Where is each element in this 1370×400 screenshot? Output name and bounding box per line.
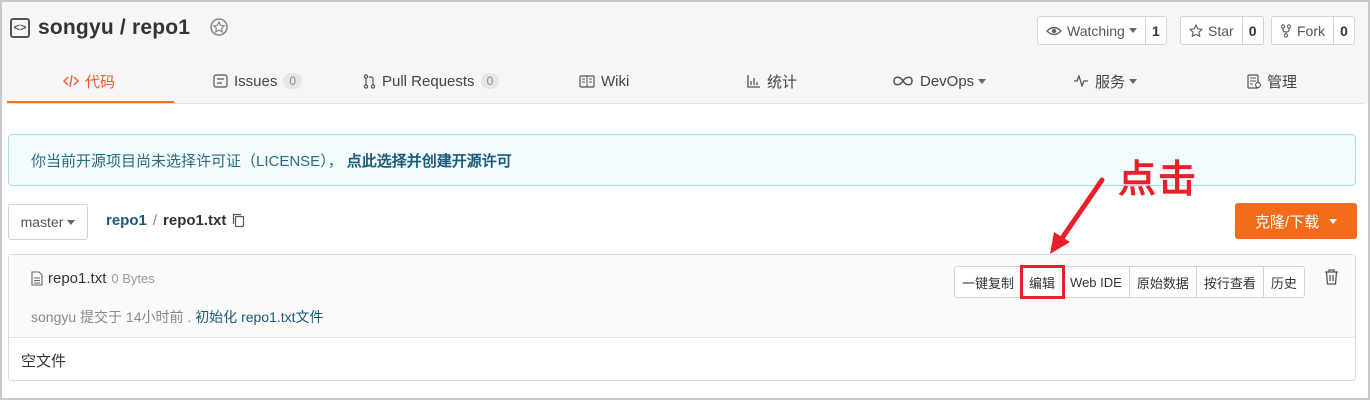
breadcrumb-separator: / bbox=[152, 212, 158, 229]
branch-select[interactable]: master bbox=[8, 204, 88, 240]
chevron-down-icon bbox=[1129, 78, 1138, 84]
star-count[interactable]: 0 bbox=[1243, 17, 1263, 44]
watch-count[interactable]: 1 bbox=[1146, 17, 1166, 44]
eye-icon bbox=[1046, 26, 1062, 35]
wiki-icon bbox=[579, 74, 595, 88]
code-icon bbox=[63, 74, 79, 88]
file-content: 空文件 bbox=[21, 353, 67, 370]
blame-button[interactable]: 按行查看 bbox=[1197, 267, 1264, 297]
repo-title: <> songyu / repo1 bbox=[10, 14, 230, 42]
repo-nav-tabs: 代码 Issues 0 Pull Requests 0 Wiki 统计 DevOps… bbox=[7, 58, 1363, 104]
chart-icon bbox=[747, 75, 760, 88]
pull-requests-count: 0 bbox=[480, 73, 500, 89]
commit-author[interactable]: songyu bbox=[31, 309, 76, 325]
star-icon bbox=[1189, 23, 1203, 37]
manage-icon bbox=[1247, 73, 1261, 89]
breadcrumb: repo1 / repo1.txt bbox=[106, 212, 245, 229]
web-ide-button[interactable]: Web IDE bbox=[1063, 267, 1130, 297]
create-license-link[interactable]: 点此选择并创建开源许可 bbox=[347, 150, 512, 171]
fork-icon bbox=[1280, 23, 1292, 38]
fork-count[interactable]: 0 bbox=[1334, 17, 1354, 44]
annotation-label: 点击 bbox=[1118, 157, 1199, 201]
annotation-arrow bbox=[1050, 177, 1105, 254]
fork-button-group[interactable]: Fork 0 bbox=[1271, 16, 1355, 45]
history-button[interactable]: 历史 bbox=[1264, 267, 1304, 297]
tab-services[interactable]: 服务 bbox=[1073, 58, 1138, 104]
chevron-down-icon bbox=[67, 219, 76, 225]
tab-manage[interactable]: 管理 bbox=[1247, 58, 1297, 104]
tab-statistics[interactable]: 统计 bbox=[747, 58, 797, 104]
star-button-group[interactable]: Star 0 bbox=[1180, 16, 1264, 45]
chevron-down-icon bbox=[1128, 28, 1137, 33]
breadcrumb-file: repo1.txt bbox=[163, 212, 227, 229]
raw-data-button[interactable]: 原始数据 bbox=[1130, 267, 1197, 297]
tab-wiki[interactable]: Wiki bbox=[579, 58, 629, 104]
nav-divider bbox=[7, 103, 1363, 104]
license-notice-text: 你当前开源项目尚未选择许可证（LICENSE）， bbox=[31, 152, 343, 170]
file-size: 0 Bytes bbox=[111, 271, 155, 286]
issues-icon bbox=[213, 74, 228, 88]
file-name: repo1.txt bbox=[48, 270, 107, 287]
award-badge-icon[interactable] bbox=[208, 17, 230, 39]
chevron-down-icon bbox=[1329, 218, 1338, 224]
watch-button[interactable]: Watching bbox=[1038, 17, 1146, 44]
watch-button-group[interactable]: Watching 1 bbox=[1037, 16, 1167, 45]
repo-code-icon: <> bbox=[10, 18, 30, 38]
file-name-row: repo1.txt 0 Bytes bbox=[31, 270, 155, 287]
last-commit: songyu 提交于 14小时前 . 初始化 repo1.txt文件 bbox=[31, 307, 324, 327]
file-panel-header: repo1.txt 0 Bytes songyu 提交于 14小时前 . 初始化… bbox=[9, 255, 1355, 338]
copy-icon[interactable] bbox=[232, 213, 245, 228]
issues-count: 0 bbox=[283, 73, 303, 89]
copy-all-button[interactable]: 一键复制 bbox=[955, 267, 1023, 297]
fork-button[interactable]: Fork bbox=[1272, 17, 1334, 44]
commit-time: 提交于 14小时前 . bbox=[80, 309, 192, 325]
clone-download-button[interactable]: 克隆/下载 bbox=[1235, 203, 1357, 239]
tab-issues[interactable]: Issues 0 bbox=[213, 58, 303, 104]
commit-message-link[interactable]: 初始化 repo1.txt文件 bbox=[195, 309, 323, 325]
pull-request-icon bbox=[363, 73, 376, 89]
tab-code[interactable]: 代码 bbox=[63, 58, 115, 104]
infinity-icon bbox=[893, 76, 913, 86]
breadcrumb-repo-link[interactable]: repo1 bbox=[106, 212, 147, 229]
file-actions: 一键复制 编辑 Web IDE 原始数据 按行查看 历史 bbox=[954, 265, 1305, 299]
edit-button[interactable]: 编辑 bbox=[1020, 265, 1066, 299]
tab-devops[interactable]: DevOps bbox=[892, 58, 987, 104]
tab-pull-requests[interactable]: Pull Requests 0 bbox=[363, 58, 500, 104]
star-button[interactable]: Star bbox=[1181, 17, 1243, 44]
file-icon bbox=[31, 271, 43, 286]
file-panel: repo1.txt 0 Bytes songyu 提交于 14小时前 . 初始化… bbox=[8, 254, 1356, 381]
repo-name-link[interactable]: songyu / repo1 bbox=[38, 16, 190, 40]
chevron-down-icon bbox=[978, 78, 987, 84]
pulse-icon bbox=[1074, 75, 1088, 87]
trash-icon[interactable] bbox=[1324, 269, 1339, 285]
